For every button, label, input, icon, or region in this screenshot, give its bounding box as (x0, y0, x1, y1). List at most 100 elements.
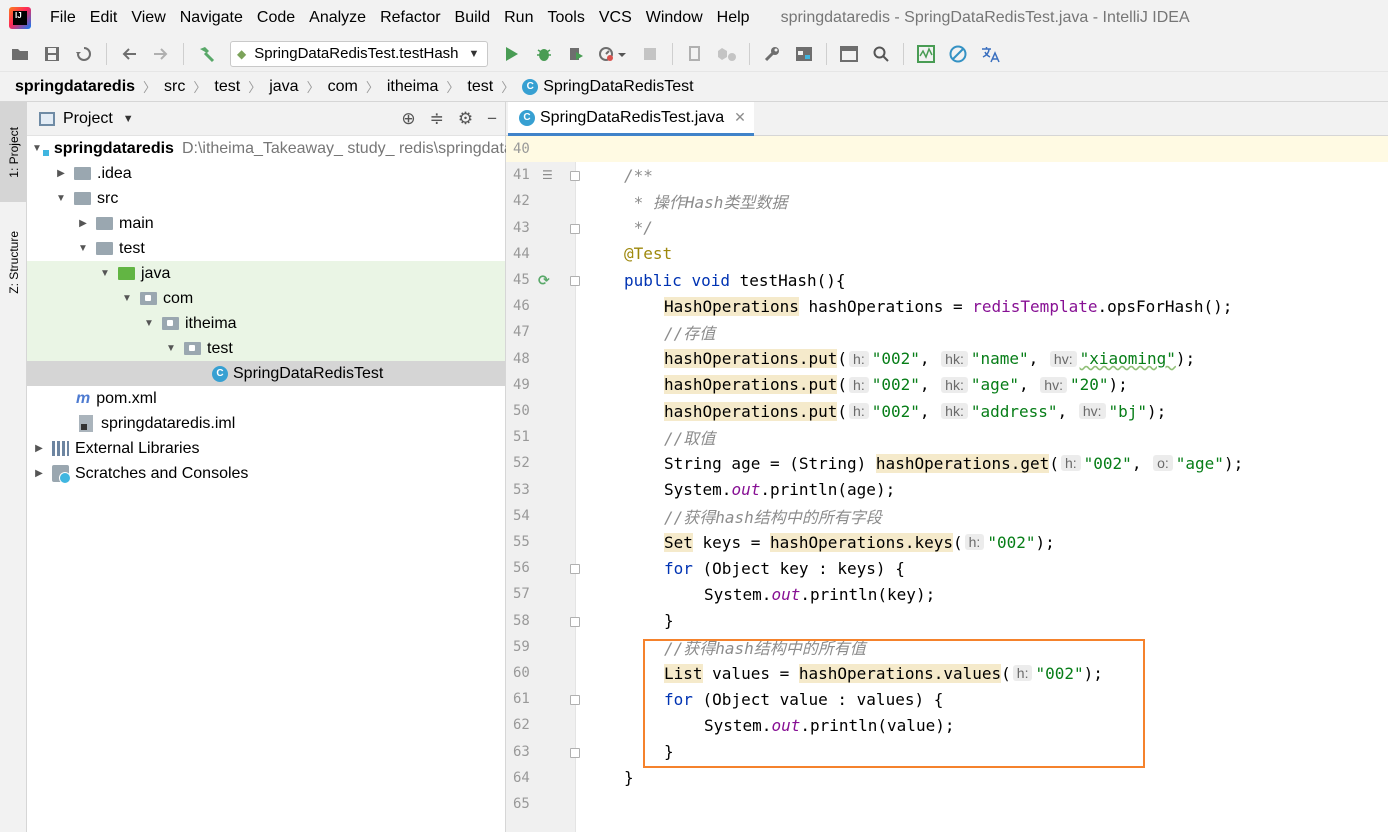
breadcrumb-item[interactable]: com (328, 78, 358, 96)
close-icon[interactable]: ✕ (734, 109, 746, 126)
code-text: , (919, 349, 940, 369)
tree-item-test[interactable]: ▼ test (27, 236, 505, 261)
project-panel-title[interactable]: Project (63, 110, 113, 128)
code-area[interactable]: /** * 操作Hash类型数据 */ @Test public void te… (576, 136, 1388, 832)
line-number: 47 (513, 324, 530, 341)
menu-build[interactable]: Build (448, 9, 498, 27)
line-number: 44 (513, 245, 530, 262)
tree-item-pom[interactable]: m pom.xml (27, 386, 505, 411)
tree-item-test-package[interactable]: ▼ test (27, 336, 505, 361)
expanded-arrow-icon[interactable]: ▼ (120, 293, 134, 304)
tree-item-springdataredistest[interactable]: C SpringDataRedisTest (27, 361, 505, 386)
line-number: 43 (513, 219, 530, 236)
stop-icon[interactable] (638, 42, 662, 66)
library-icon (52, 441, 69, 456)
code-text: ( (1049, 453, 1059, 473)
profile-icon[interactable] (596, 42, 630, 66)
chevron-right-icon: 〉 (306, 80, 320, 95)
run-configuration-dropdown[interactable]: ◆ SpringDataRedisTest.testHash ▼ (230, 40, 489, 67)
menu-view[interactable]: View (124, 9, 172, 27)
menu-tools[interactable]: Tools (540, 9, 591, 27)
line-number: 62 (513, 717, 530, 734)
run-config-icon: ◆ (237, 46, 247, 61)
run-icon[interactable] (500, 42, 524, 66)
collapsed-arrow-icon[interactable]: ▶ (32, 443, 46, 454)
run-test-gutter-icon[interactable]: ⟳ (538, 272, 550, 289)
menu-analyze[interactable]: Analyze (302, 9, 373, 27)
code-text: ); (1108, 375, 1128, 395)
menu-vcs[interactable]: VCS (592, 9, 639, 27)
tree-item-com[interactable]: ▼ com (27, 286, 505, 311)
no-power-save-icon[interactable] (946, 42, 970, 66)
hide-panel-icon[interactable]: − (487, 109, 497, 129)
expanded-arrow-icon[interactable]: ▼ (164, 343, 178, 354)
tree-item-scratches[interactable]: ▶ Scratches and Consoles (27, 461, 505, 486)
tree-item-java[interactable]: ▼ java (27, 261, 505, 286)
debug-icon[interactable] (532, 42, 556, 66)
code-line: //获得hash结构中的所有值 (576, 634, 1388, 660)
build-hammer-icon[interactable] (194, 42, 218, 66)
translate-icon[interactable] (978, 42, 1002, 66)
project-tool-tab[interactable]: 1: Project (0, 102, 27, 202)
expanded-arrow-icon[interactable]: ▼ (98, 268, 112, 279)
method-call: hashOperations.get (875, 453, 1050, 473)
code-text: } (664, 742, 674, 762)
menu-navigate[interactable]: Navigate (173, 9, 250, 27)
menu-run[interactable]: Run (497, 9, 540, 27)
tree-item-external-libraries[interactable]: ▶ External Libraries (27, 436, 505, 461)
code-line: //存值 (576, 319, 1388, 345)
editor-tab-springdataredistest[interactable]: C SpringDataRedisTest.java ✕ (508, 102, 754, 136)
activity-monitor-icon[interactable] (914, 42, 938, 66)
project-structure-icon[interactable] (792, 42, 816, 66)
save-icon[interactable] (40, 42, 64, 66)
tree-item-idea[interactable]: ▶ .idea (27, 161, 505, 186)
expanded-arrow-icon[interactable]: ▼ (142, 318, 156, 329)
tree-item-project-root[interactable]: ▼ springdataredis D:\itheima_Takeaway_ s… (27, 136, 547, 161)
forward-icon[interactable] (149, 42, 173, 66)
structure-tool-tab[interactable]: Z: Structure (0, 212, 27, 312)
search-icon[interactable] (869, 42, 893, 66)
settings-wrench-icon[interactable] (760, 42, 784, 66)
code-text: ); (1175, 349, 1196, 369)
menu-help[interactable]: Help (710, 9, 757, 27)
expanded-arrow-icon[interactable]: ▼ (54, 193, 68, 204)
breadcrumb-item[interactable]: test (214, 78, 240, 96)
collapsed-arrow-icon[interactable]: ▶ (32, 468, 46, 479)
sync-icon[interactable] (72, 42, 96, 66)
breadcrumb-item[interactable]: SpringDataRedisTest (543, 78, 693, 96)
menu-code[interactable]: Code (250, 9, 302, 27)
terminal-icon[interactable] (837, 42, 861, 66)
expanded-arrow-icon[interactable]: ▼ (76, 243, 90, 254)
collapsed-arrow-icon[interactable]: ▶ (76, 218, 90, 229)
collapsed-arrow-icon[interactable]: ▶ (54, 168, 68, 179)
menu-window[interactable]: Window (639, 9, 710, 27)
tree-item-src[interactable]: ▼ src (27, 186, 505, 211)
expanded-arrow-icon[interactable]: ▼ (32, 143, 42, 154)
coverage-icon[interactable] (564, 42, 588, 66)
breadcrumb-item[interactable]: springdataredis (15, 78, 135, 96)
breadcrumb-item[interactable]: itheima (387, 78, 439, 96)
attach-icon[interactable] (715, 42, 739, 66)
menu-file[interactable]: File (43, 9, 83, 27)
locate-file-icon[interactable]: ⊕ (401, 109, 415, 129)
param-hint: hk: (941, 350, 968, 367)
menu-edit[interactable]: Edit (83, 9, 125, 27)
code-line: @Test (576, 241, 1388, 267)
tree-item-iml[interactable]: springdataredis.iml (27, 411, 505, 436)
tree-item-itheima[interactable]: ▼ itheima (27, 311, 505, 336)
doc-comment-icon[interactable]: ☰ (542, 168, 553, 182)
open-folder-icon[interactable] (8, 42, 32, 66)
string-literal: "name" (970, 349, 1029, 369)
tree-item-label: java (141, 264, 171, 282)
chevron-down-icon[interactable]: ▼ (123, 113, 134, 125)
device-icon[interactable] (683, 42, 707, 66)
breadcrumb-item[interactable]: src (164, 78, 185, 96)
breadcrumb-item[interactable]: test (467, 78, 493, 96)
gear-icon[interactable]: ⚙ (458, 109, 473, 129)
collapse-all-icon[interactable]: ≑ (430, 109, 444, 129)
tree-item-main[interactable]: ▶ main (27, 211, 505, 236)
breadcrumb-item[interactable]: java (269, 78, 298, 96)
back-icon[interactable] (117, 42, 141, 66)
menu-refactor[interactable]: Refactor (373, 9, 447, 27)
code-text: , (1028, 349, 1048, 369)
